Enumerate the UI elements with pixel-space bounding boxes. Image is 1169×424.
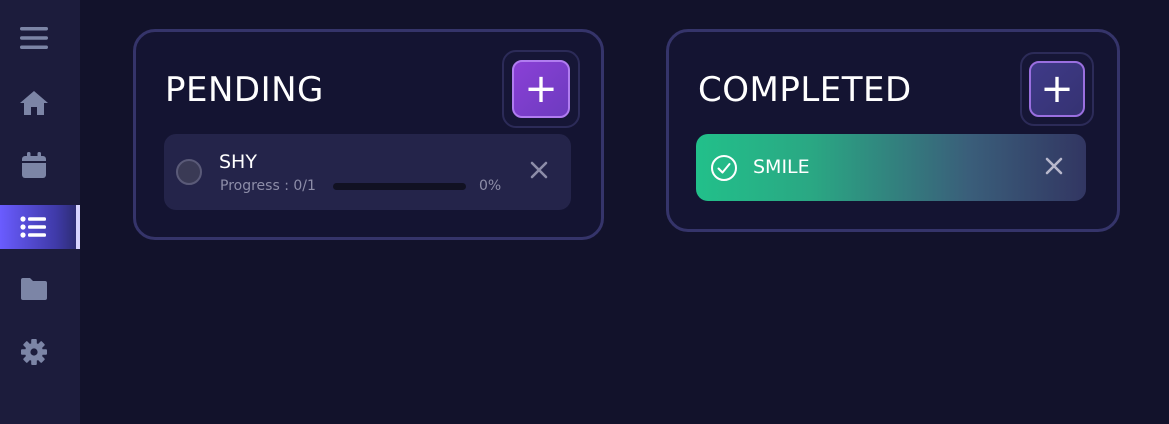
calendar-icon[interactable] [0,143,80,187]
task-name: SHY [219,151,257,173]
delete-task-icon[interactable] [1042,154,1066,178]
pending-task-item[interactable]: SHY Progress : 0/1 0% [164,134,571,210]
check-circle-icon[interactable] [710,154,738,182]
task-name: SMILE [753,156,810,178]
list-icon[interactable] [0,205,80,249]
gear-icon[interactable] [0,330,80,374]
pending-card: PENDING + SHY Progress : 0/1 0% [133,29,604,240]
home-icon[interactable] [0,81,80,125]
task-checkbox[interactable] [176,159,202,185]
sidebar [0,0,80,424]
completed-task-item[interactable]: SMILE [696,134,1086,201]
task-progress-label: Progress : 0/1 [220,178,316,194]
pending-title: PENDING [165,70,324,110]
delete-task-icon[interactable] [527,158,551,182]
task-progress-bar [333,183,466,190]
menu-icon[interactable] [0,16,80,60]
completed-title: COMPLETED [698,70,912,110]
folder-icon[interactable] [0,267,80,311]
add-pending-button[interactable]: + [512,60,570,118]
completed-add-wrapper: + [1020,52,1094,126]
completed-card: COMPLETED + SMILE [666,29,1120,232]
task-progress-percent: 0% [479,178,502,194]
pending-add-wrapper: + [502,50,580,128]
add-completed-button[interactable]: + [1029,61,1085,117]
